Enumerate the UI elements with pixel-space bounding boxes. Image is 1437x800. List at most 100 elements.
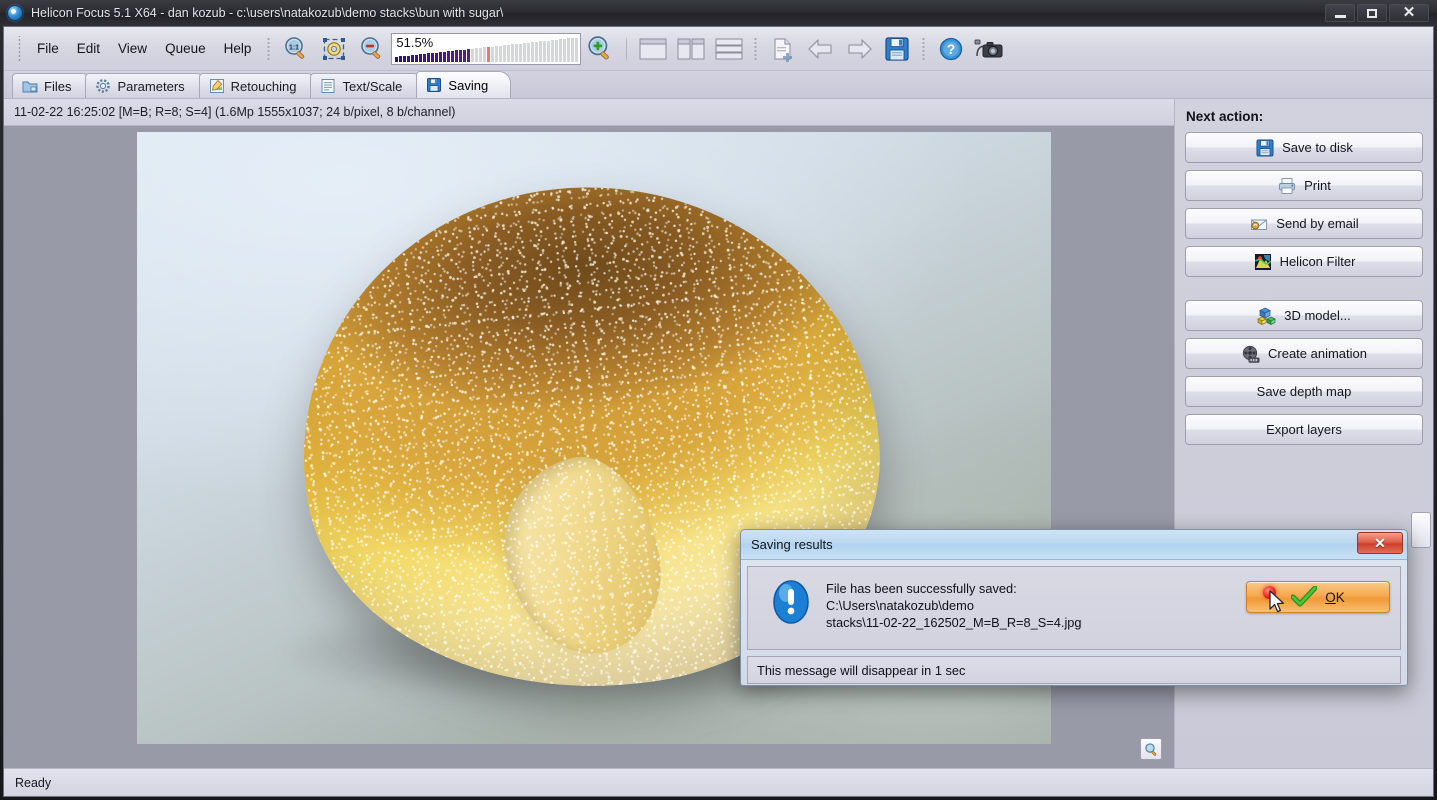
zoom-slider-bar[interactable] — [563, 39, 566, 62]
zoom-slider-bar[interactable] — [575, 38, 578, 62]
zoom-slider-bar[interactable] — [475, 48, 478, 61]
print-button[interactable]: Print — [1185, 170, 1423, 201]
zoom-slider-bar[interactable] — [511, 44, 514, 61]
export-layers-button[interactable]: Export layers — [1185, 414, 1423, 445]
tethered-camera-button[interactable] — [972, 33, 1006, 65]
zoom-slider-bar[interactable] — [551, 40, 554, 61]
zoom-slider-bar[interactable] — [567, 38, 570, 61]
tab-text-scale[interactable]: Text/Scale — [310, 73, 425, 98]
zoom-slider-bar[interactable] — [479, 48, 482, 62]
menu-file[interactable]: File — [29, 37, 67, 60]
zoom-slider-bar[interactable] — [491, 47, 494, 62]
zoom-slider-bar[interactable] — [531, 42, 534, 61]
menu-help[interactable]: Help — [216, 37, 260, 60]
zoom-slider-bar[interactable] — [535, 42, 538, 62]
zoom-slider-bar[interactable] — [527, 43, 530, 62]
view-split-pane-button[interactable] — [674, 33, 708, 65]
tab-retouching[interactable]: Retouching — [199, 73, 320, 98]
zoom-out-button[interactable] — [355, 33, 389, 65]
zoom-slider-bar[interactable] — [547, 41, 550, 62]
maximize-button[interactable] — [1357, 4, 1387, 22]
tab-files[interactable]: Files — [12, 73, 94, 98]
zoom-slider-bar[interactable] — [495, 46, 498, 61]
zoom-slider-bar[interactable] — [483, 47, 486, 61]
dialog-message-line1: File has been successfully saved: — [826, 580, 1082, 597]
zoom-slider-bar[interactable] — [515, 44, 518, 62]
new-document-button[interactable] — [766, 33, 800, 65]
zoom-slider-bar[interactable] — [523, 43, 526, 61]
helicon-filter-button[interactable]: Helicon Filter — [1185, 246, 1423, 277]
zoom-slider-bar[interactable] — [411, 55, 414, 61]
zoom-slider-bar[interactable] — [415, 55, 418, 62]
zoom-slider-bar[interactable] — [439, 52, 442, 61]
zoom-slider-bar[interactable] — [543, 41, 546, 61]
helicon-filter-icon — [1253, 252, 1273, 272]
view-single-pane-icon — [639, 38, 667, 60]
zoom-slider-bar[interactable] — [435, 53, 438, 62]
zoom-slider-bar[interactable] — [519, 44, 522, 62]
back-button[interactable] — [804, 33, 838, 65]
zoom-slider-bar[interactable] — [459, 50, 462, 62]
view-single-pane-button[interactable] — [636, 33, 670, 65]
zoom-in-icon — [586, 35, 614, 63]
zoom-slider-bar[interactable] — [407, 56, 410, 62]
print-label: Print — [1304, 178, 1331, 193]
3d-model-button[interactable]: 3D model... — [1185, 300, 1423, 331]
zoom-slider-bar[interactable] — [451, 51, 454, 62]
zoom-slider-bar[interactable] — [503, 45, 506, 61]
fit-to-window-button[interactable] — [317, 33, 351, 65]
zoom-slider-bar[interactable] — [427, 53, 430, 61]
zoom-slider-bar[interactable] — [463, 50, 466, 62]
close-button[interactable]: ✕ — [1389, 4, 1429, 22]
bun-fold — [486, 443, 679, 669]
zoom-slider-bar[interactable] — [455, 50, 458, 61]
toolbar-grip[interactable] — [17, 36, 22, 62]
create-animation-button[interactable]: Create animation — [1185, 338, 1423, 369]
menu-edit[interactable]: Edit — [69, 37, 108, 60]
zoom-1to1-button[interactable]: 1:1 — [279, 33, 313, 65]
zoom-slider-bar[interactable] — [467, 49, 470, 61]
save-depth-map-button[interactable]: Save depth map — [1185, 376, 1423, 407]
zoom-slider-bar[interactable] — [559, 39, 562, 61]
zoom-slider-bar[interactable] — [403, 56, 406, 62]
zoom-slider-bar[interactable] — [539, 41, 542, 61]
zoom-slider-bar[interactable] — [499, 46, 502, 62]
dialog-message-line3: stacks\11-02-22_162502_M=B_R=8_S=4.jpg — [826, 614, 1082, 631]
forward-button[interactable] — [842, 33, 876, 65]
view-split-pane-icon — [677, 38, 705, 60]
zoom-slider-bar[interactable] — [443, 52, 446, 62]
tab-parameters[interactable]: Parameters — [85, 73, 207, 98]
view-list-icon — [715, 38, 743, 60]
save-button[interactable] — [880, 33, 914, 65]
zoom-out-icon — [359, 36, 385, 62]
menu-queue[interactable]: Queue — [157, 37, 214, 60]
zoom-slider-bar[interactable] — [423, 54, 426, 62]
help-button[interactable]: ? — [934, 33, 968, 65]
view-list-button[interactable] — [712, 33, 746, 65]
save-floppy-icon — [426, 77, 442, 93]
zoom-slider-bar[interactable] — [471, 49, 474, 62]
menu-view[interactable]: View — [110, 37, 155, 60]
zoom-slider-bar[interactable] — [419, 54, 422, 61]
zoom-slider-bar[interactable] — [399, 56, 402, 61]
zoom-slider-bar[interactable] — [395, 57, 398, 62]
zoom-slider-bar[interactable] — [447, 51, 450, 61]
retouch-pencil-icon — [209, 78, 225, 94]
minimize-button[interactable] — [1325, 4, 1355, 22]
magnifier-icon — [1144, 742, 1159, 757]
zoom-in-button[interactable] — [583, 33, 617, 65]
zoom-slider-bar[interactable] — [507, 45, 510, 62]
zoom-slider-bar[interactable] — [555, 40, 558, 62]
dialog-ok-button[interactable]: OK — [1246, 581, 1390, 613]
zoom-slider-bar[interactable] — [487, 47, 490, 62]
zoom-slider[interactable]: 51.5% — [391, 33, 581, 65]
create-animation-label: Create animation — [1268, 346, 1367, 361]
dialog-close-button[interactable]: ✕ — [1357, 532, 1403, 554]
zoom-slider-bar[interactable] — [571, 38, 574, 61]
panel-edge-button[interactable] — [1411, 512, 1431, 548]
send-by-email-button[interactable]: Send by email — [1185, 208, 1423, 239]
save-to-disk-button[interactable]: Save to disk — [1185, 132, 1423, 163]
zoom-slider-bar[interactable] — [431, 53, 434, 62]
canvas-magnifier-button[interactable] — [1140, 738, 1162, 760]
tab-saving[interactable]: Saving — [416, 71, 511, 98]
